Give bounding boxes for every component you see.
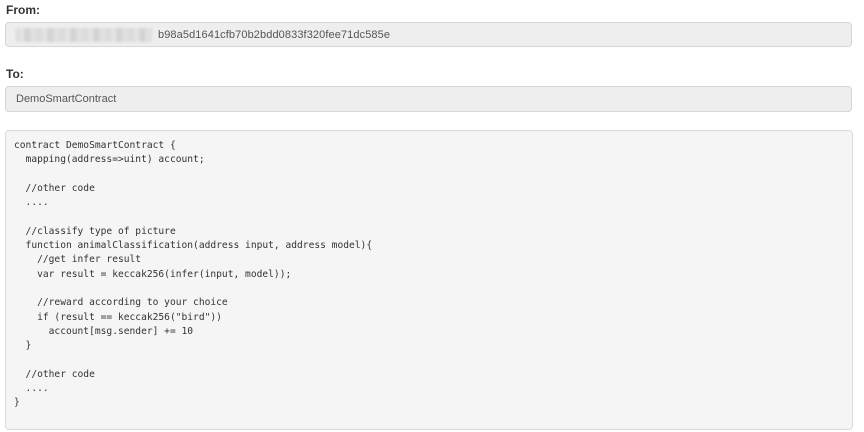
to-field-value: DemoSmartContract [16,93,117,105]
code-line: //get infer result [14,254,142,266]
from-label: From: [6,3,40,17]
code-line: function animalClassification(address in… [14,240,373,252]
code-line: //classify type of picture [14,225,176,237]
code-line: } [14,397,20,409]
redacted-address-prefix [16,27,152,42]
code-line: //other code [14,182,95,194]
code-line: mapping(address=>uint) account; [14,154,205,166]
code-line: } [14,340,32,352]
code-line: //reward according to your choice [14,297,228,309]
to-field[interactable]: DemoSmartContract [5,86,852,112]
contract-code-block[interactable]: contract DemoSmartContract { mapping(add… [5,130,853,430]
code-line: var result = keccak256(infer(input, mode… [14,268,292,280]
from-address-text: b98a5d1641cfb70b2bdd0833f320fee71dc585e [158,28,391,41]
code-line: account[msg.sender] += 10 [14,325,194,337]
from-address-field[interactable]: b98a5d1641cfb70b2bdd0833f320fee71dc585e [5,22,852,47]
code-line: if (result == keccak256("bird")) [14,311,222,323]
code-line: //other code [14,368,95,380]
to-label: To: [6,67,24,81]
code-line: .... [14,197,49,209]
code-line: contract DemoSmartContract { [14,140,176,151]
code-line: .... [14,383,49,395]
